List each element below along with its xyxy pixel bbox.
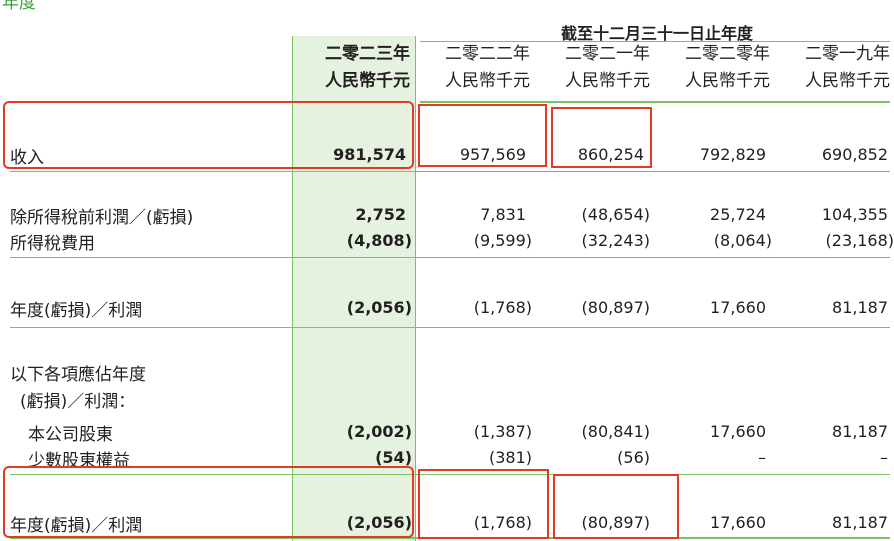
column-year: 二零一九年: [805, 44, 890, 64]
row-label-attributable-heading: 以下各項應佔年度: [10, 365, 146, 385]
annotation-box-revenue-2022: [418, 104, 547, 167]
row-divider: [10, 257, 890, 258]
cell-tax-2020: (8,064): [713, 231, 772, 250]
column-header-2021: 二零二一年 人民幣千元: [532, 41, 650, 95]
column-header-2019: 二零一九年 人民幣千元: [772, 41, 890, 95]
column-header-2020: 二零二零年 人民幣千元: [652, 41, 770, 95]
cell-year-result-2023: (2,056): [346, 298, 412, 317]
column-unit: 人民幣千元: [445, 71, 530, 91]
cell-minority-2019: –: [880, 448, 888, 467]
column-unit: 人民幣千元: [805, 71, 890, 91]
cell-minority-2020: –: [758, 448, 766, 467]
column-year: 二零二一年: [565, 44, 650, 64]
column-unit: 人民幣千元: [325, 71, 410, 91]
column-header-2023: 二零二三年 人民幣千元: [292, 41, 410, 95]
cell-pbt-2021: (48,654): [581, 205, 650, 224]
cell-year-result-2019: 81,187: [832, 298, 888, 317]
column-year: 二零二三年: [325, 44, 410, 64]
cell-pbt-2022: 7,831: [480, 205, 526, 224]
column-year: 二零二二年: [445, 44, 530, 64]
cell-total-2019: 81,187: [832, 513, 888, 532]
cell-owners-2023: (2,002): [346, 422, 412, 441]
row-label-income-tax: 所得稅費用: [10, 234, 95, 254]
cell-tax-2019: (23,168): [825, 231, 894, 250]
cell-owners-2022: (1,387): [473, 422, 532, 441]
column-header-2022: 二零二二年 人民幣千元: [412, 41, 530, 95]
cell-revenue-2020: 792,829: [699, 145, 766, 164]
row-label-year-result: 年度(虧損)／利潤: [10, 301, 143, 321]
cell-pbt-2019: 104,355: [821, 205, 888, 224]
annotation-box-revenue-2021: [551, 107, 652, 168]
cell-revenue-2019: 690,852: [821, 145, 888, 164]
section-tag: 年度: [2, 0, 36, 13]
cell-minority-2021: (56): [617, 448, 650, 467]
row-divider: [10, 171, 890, 172]
cell-owners-2020: 17,660: [710, 422, 766, 441]
header-underline: [420, 101, 890, 103]
row-label-attributable-subheading: (虧損)／利潤：: [20, 392, 136, 412]
cell-tax-2022: (9,599): [473, 231, 532, 250]
cell-pbt-2020: 25,724: [710, 205, 766, 224]
annotation-box-revenue-row: [3, 101, 414, 169]
cell-minority-2023: (54): [375, 448, 412, 467]
cell-pbt-2023: 2,752: [355, 205, 406, 224]
cell-minority-2022: (381): [488, 448, 532, 467]
annotation-box-total-2022: [418, 469, 549, 539]
cell-owners-2021: (80,841): [581, 422, 650, 441]
cell-year-result-2021: (80,897): [581, 298, 650, 317]
cell-year-result-2020: 17,660: [710, 298, 766, 317]
row-label-profit-before-tax: 除所得稅前利潤／(虧損): [10, 208, 194, 228]
column-year: 二零二零年: [685, 44, 770, 64]
cell-tax-2021: (32,243): [581, 231, 650, 250]
column-unit: 人民幣千元: [685, 71, 770, 91]
row-label-owners: 本公司股東: [28, 425, 113, 445]
cell-tax-2023: (4,808): [346, 231, 412, 250]
cell-year-result-2022: (1,768): [473, 298, 532, 317]
column-unit: 人民幣千元: [565, 71, 650, 91]
cell-owners-2019: 81,187: [832, 422, 888, 441]
annotation-box-total-row: [3, 466, 414, 538]
annotation-box-total-2021: [553, 474, 679, 539]
row-divider: [10, 327, 890, 328]
